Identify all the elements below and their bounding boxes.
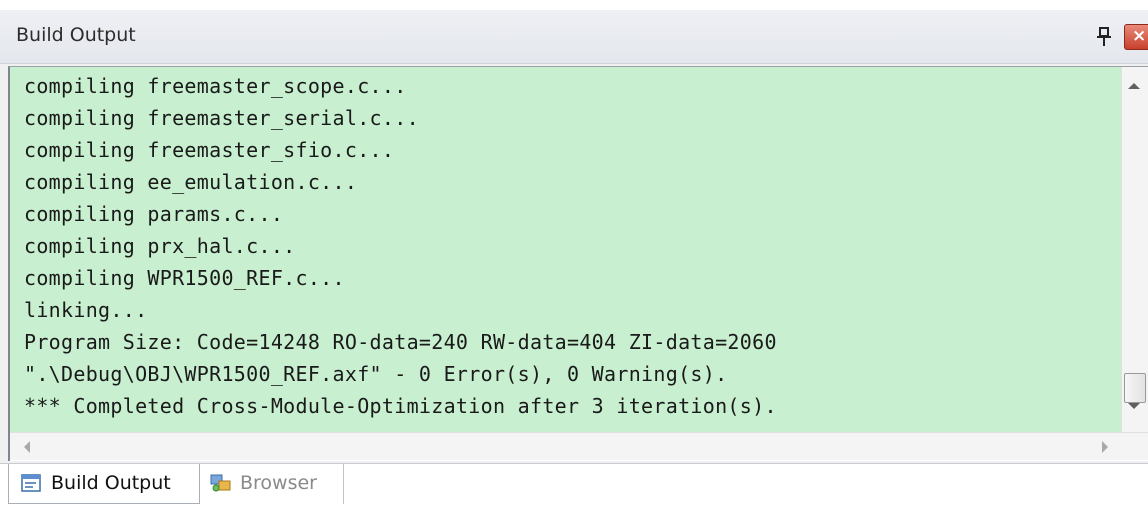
output-line: compiling freemaster_sfio.c...: [24, 138, 395, 162]
output-line: compiling freemaster_serial.c...: [24, 106, 419, 130]
tab-build-output-label: Build Output: [51, 472, 171, 494]
output-line: ".\Debug\OBJ\WPR1500_REF.axf" - 0 Error(…: [24, 362, 728, 386]
browser-icon: [210, 474, 231, 492]
tab-build-output[interactable]: Build Output: [8, 464, 200, 504]
scroll-up-arrow-icon[interactable]: [1128, 83, 1140, 89]
tab-browser[interactable]: Browser: [200, 464, 344, 504]
output-frame: compiling freemaster_scope.c... compilin…: [8, 66, 1148, 461]
panel-titlebar: Build Output ×: [0, 10, 1148, 64]
vertical-scroll-thumb[interactable]: [1124, 373, 1146, 403]
output-line: compiling WPR1500_REF.c...: [24, 266, 345, 290]
output-line: linking...: [24, 298, 148, 322]
scroll-down-arrow-icon[interactable]: [1128, 403, 1140, 409]
top-strip: [0, 0, 1148, 10]
tab-browser-label: Browser: [240, 472, 317, 494]
output-line: Program Size: Code=14248 RO-data=240 RW-…: [24, 330, 777, 354]
output-line: compiling ee_emulation.c...: [24, 170, 358, 194]
build-output-icon: [21, 474, 41, 492]
build-output-panel: Build Output × compiling freemaster_scop…: [0, 10, 1148, 529]
output-line: *** Completed Cross-Module-Optimization …: [24, 394, 777, 418]
close-icon: ×: [1132, 26, 1147, 46]
pin-icon: [1097, 27, 1111, 46]
close-button[interactable]: ×: [1124, 24, 1148, 50]
panel-tab-strip: Build Output Browser: [0, 463, 1148, 529]
output-line: compiling params.c...: [24, 202, 284, 226]
build-output-text[interactable]: compiling freemaster_scope.c... compilin…: [10, 67, 1121, 432]
output-line: compiling prx_hal.c...: [24, 234, 296, 258]
vertical-scrollbar[interactable]: [1121, 67, 1148, 432]
panel-title: Build Output: [16, 24, 136, 46]
scroll-left-arrow-icon[interactable]: [24, 441, 30, 453]
pin-button[interactable]: [1094, 26, 1114, 48]
horizontal-scrollbar[interactable]: [10, 432, 1148, 460]
output-line: compiling freemaster_scope.c...: [24, 74, 407, 98]
scroll-right-arrow-icon[interactable]: [1102, 441, 1108, 453]
